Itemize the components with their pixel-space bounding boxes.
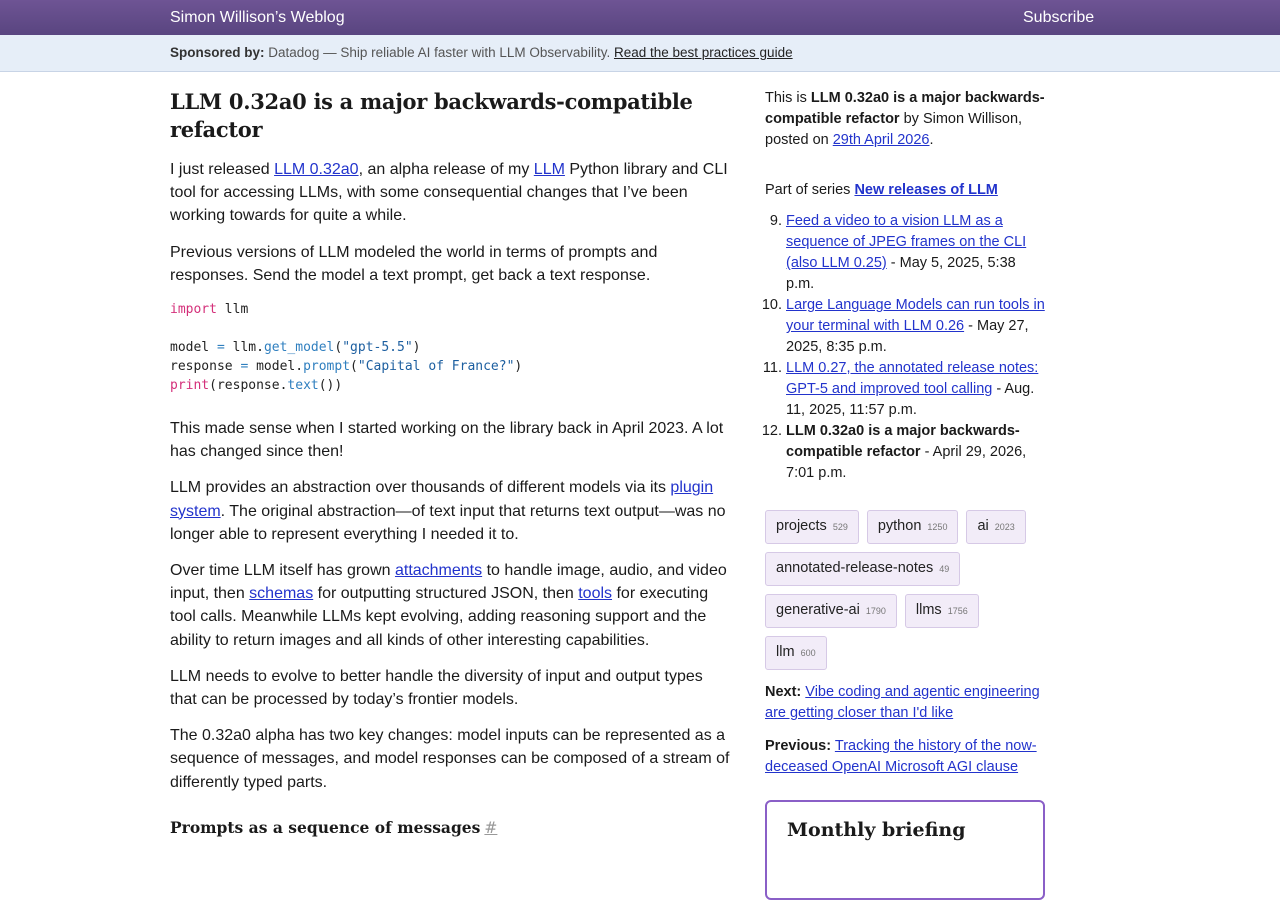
series-list: Feed a video to a vision LLM as a sequen…: [765, 211, 1045, 484]
code-text: model.: [248, 359, 304, 375]
series-box: Part of series New releases of LLM Feed …: [765, 180, 1045, 484]
paragraph-evolve: LLM needs to evolve to better handle the…: [170, 667, 703, 709]
text-run: Over time LLM itself has grown: [170, 562, 395, 580]
tag-count: 1250: [927, 522, 948, 532]
tag-python[interactable]: python 1250: [866, 510, 959, 544]
tag-annotated-release-notes[interactable]: annotated-release-notes 49: [765, 552, 961, 586]
code-text: model: [170, 340, 217, 356]
tag-generative-ai[interactable]: generative-ai 1790: [765, 594, 897, 628]
tools-link[interactable]: tools: [578, 585, 612, 602]
tag-llm[interactable]: llm 600: [765, 636, 827, 670]
text-run: This is: [765, 90, 811, 106]
tag-count: 49: [939, 564, 950, 574]
code-function: prompt: [303, 359, 351, 375]
code-text: ): [412, 340, 421, 356]
attachments-link[interactable]: attachments: [395, 562, 482, 579]
previous-label: Previous:: [765, 738, 832, 754]
sponsor-text: Datadog — Ship reliable AI faster with L…: [268, 45, 611, 60]
code-text: ()): [318, 378, 343, 394]
next-previous: Next: Vibe coding and agentic engineerin…: [765, 682, 1045, 778]
tag-ai[interactable]: ai 2023: [966, 510, 1026, 544]
text-run: for outputting structured JSON, then: [313, 585, 579, 603]
tag-count: 2023: [994, 522, 1015, 532]
code-text: (response.: [209, 378, 288, 394]
text-run: I just released: [170, 161, 275, 178]
series-item: Large Language Models can run tools in y…: [786, 295, 1045, 358]
sponsor-link[interactable]: Read the best practices guide: [614, 45, 793, 60]
code-text: llm: [216, 302, 249, 318]
paragraph-history: This made sense when I started working o…: [170, 420, 724, 461]
code-function: text: [287, 378, 319, 394]
previous-post: Previous: Tracking the history of the no…: [765, 736, 1045, 778]
paragraph-key-changes: The 0.32a0 alpha has two key changes: mo…: [170, 727, 730, 791]
code-function: get_model: [263, 340, 335, 356]
paragraph-abstraction: LLM provides an abstraction over thousan…: [170, 476, 732, 546]
next-post: Next: Vibe coding and agentic engineerin…: [765, 682, 1045, 724]
text-run: .: [929, 132, 934, 148]
code-string: "Capital of France?": [357, 359, 515, 375]
tag-projects[interactable]: projects 529: [765, 510, 859, 544]
series-item-current: LLM 0.32a0 is a major backwards-compatib…: [786, 421, 1045, 484]
section-heading-text: Prompts as a sequence of messages: [170, 817, 481, 837]
site-header: Simon Willison’s Weblog Subscribe: [0, 0, 1280, 35]
tag-name: llms: [915, 602, 942, 618]
next-post-link[interactable]: Vibe coding and agentic engineering are …: [765, 684, 1040, 721]
code-keyword: import: [170, 302, 217, 318]
tag-name: generative-ai: [776, 602, 860, 618]
llm-release-link[interactable]: LLM 0.32a0: [274, 161, 359, 178]
section-anchor-link[interactable]: #: [484, 819, 497, 837]
series-heading: Part of series New releases of LLM: [765, 180, 1045, 201]
series-item: LLM 0.27, the annotated release notes: G…: [786, 358, 1045, 421]
text-run: Part of series: [765, 182, 855, 198]
paragraph-intro: I just released LLM 0.32a0, an alpha rel…: [170, 158, 732, 228]
site-title-link[interactable]: Simon Willison’s Weblog: [170, 9, 345, 27]
tag-count: 529: [832, 522, 848, 532]
tag-name: llm: [776, 644, 795, 660]
sponsor-banner: Sponsored by: Datadog — Ship reliable AI…: [0, 35, 1280, 72]
code-operator: =: [216, 340, 225, 356]
code-text: (: [350, 359, 358, 375]
article-title: LLM 0.32a0 is a major backwards-compatib…: [170, 89, 693, 142]
article: LLM 0.32a0 is a major backwards-compatib…: [170, 88, 732, 837]
section-heading: Prompts as a sequence of messages #: [170, 818, 732, 837]
sponsor-label: Sponsored by:: [170, 45, 265, 60]
llm-project-link[interactable]: LLM: [534, 161, 565, 178]
code-text: llm.: [224, 340, 264, 356]
tag-name: projects: [776, 518, 827, 534]
code-builtin: print: [170, 378, 210, 394]
tag-count: 1790: [865, 606, 886, 616]
monthly-briefing-box: Monthly briefing: [765, 800, 1045, 900]
monthly-briefing-title: Monthly briefing: [787, 819, 966, 841]
sidebar: This is LLM 0.32a0 is a major backwards-…: [765, 88, 1045, 900]
code-block: import llm model = llm.get_model ( "gpt-5.…: [170, 300, 732, 395]
schemas-link[interactable]: schemas: [249, 585, 313, 602]
tag-count: 600: [800, 648, 816, 658]
subscribe-link[interactable]: Subscribe: [1023, 9, 1094, 27]
code-text: ): [514, 359, 523, 375]
tag-name: python: [877, 518, 922, 534]
tag-name: annotated-release-notes: [776, 560, 934, 576]
tag-llms[interactable]: llms 1756: [904, 594, 979, 628]
tag-list: projects 529 python 1250 ai 2023annotated-…: [765, 510, 1045, 678]
text-run: LLM provides an abstraction over thousan…: [170, 479, 671, 497]
code-text: response: [170, 359, 241, 375]
code-string: "gpt-5.5": [342, 340, 413, 356]
post-date-link[interactable]: 29th April 2026: [833, 132, 930, 148]
paragraph-previous-versions: Previous versions of LLM modeled the wor…: [170, 243, 658, 284]
paragraph-features: Over time LLM itself has grown attachmen…: [170, 559, 732, 652]
text-run: . The original abstraction—of text input…: [170, 502, 726, 543]
next-label: Next:: [765, 684, 802, 700]
series-link[interactable]: New releases of LLM: [854, 182, 997, 198]
tag-count: 1756: [947, 606, 968, 616]
text-run: , an alpha release of my: [358, 161, 534, 178]
tag-name: ai: [977, 518, 989, 534]
series-item: Feed a video to a vision LLM as a sequen…: [786, 211, 1045, 295]
post-meta: This is LLM 0.32a0 is a major backwards-…: [765, 88, 1045, 151]
